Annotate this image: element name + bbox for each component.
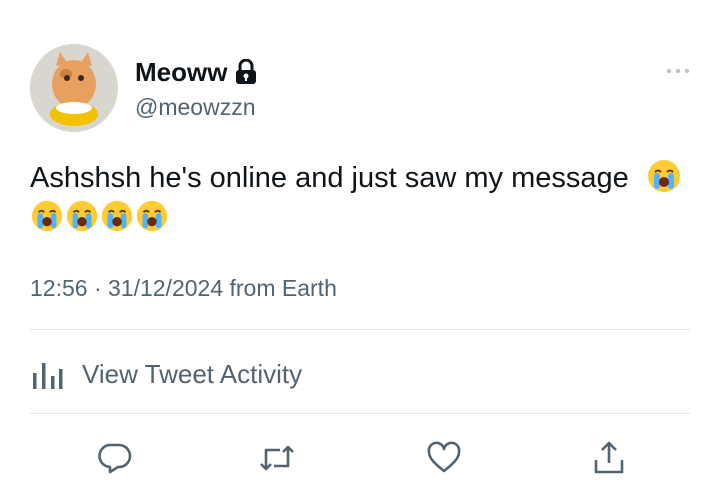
share-icon: [592, 440, 626, 481]
retweet-icon: [258, 441, 296, 480]
view-tweet-activity-link[interactable]: View Tweet Activity: [30, 354, 302, 394]
display-name-text[interactable]: Meoww: [135, 56, 227, 88]
loudly-crying-face-icon: [135, 199, 169, 233]
reply-icon: [98, 441, 132, 480]
display-name[interactable]: Meoww: [135, 56, 257, 88]
view-tweet-activity-label: View Tweet Activity: [82, 359, 303, 389]
loudly-crying-face-icon: [100, 199, 134, 233]
tweet-text: Ashshsh he's online and just saw my mess…: [30, 162, 629, 194]
loudly-crying-face-icon: [65, 199, 99, 233]
heart-icon: [426, 441, 462, 480]
bar-chart-icon: [30, 357, 64, 391]
user-handle[interactable]: @meowzzn: [135, 93, 256, 121]
loudly-crying-face-icon: [30, 199, 64, 233]
tweet-detail: Meoww @meowzzn Ashshsh he's online and j…: [0, 0, 716, 504]
reply-button[interactable]: [95, 440, 135, 480]
retweet-button[interactable]: [257, 440, 297, 480]
lock-icon: [235, 58, 257, 85]
more-dots-icon[interactable]: [664, 63, 692, 79]
emoji-row: [30, 199, 169, 233]
divider: [30, 413, 690, 414]
share-button[interactable]: [589, 440, 629, 480]
tweet-timestamp[interactable]: 12:56 · 31/12/2024 from Earth: [30, 273, 337, 303]
divider: [30, 329, 690, 330]
avatar[interactable]: [30, 44, 118, 132]
loudly-crying-face-icon: [646, 158, 682, 194]
like-button[interactable]: [424, 440, 464, 480]
